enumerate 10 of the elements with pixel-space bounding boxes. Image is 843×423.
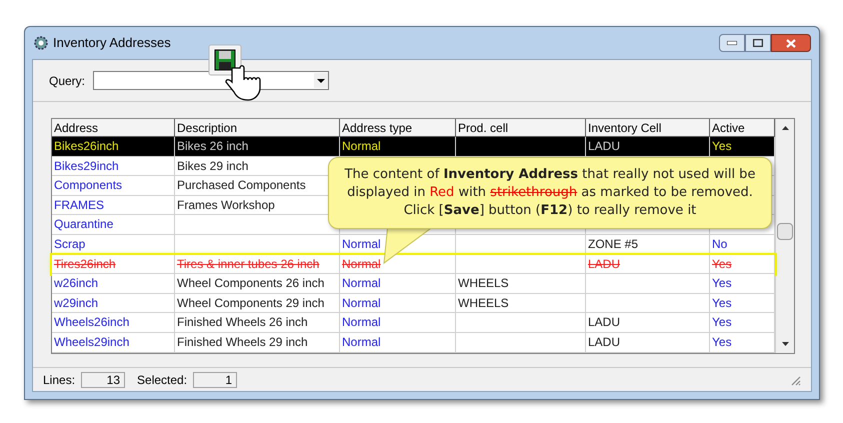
table-cell: Wheels29inch (52, 332, 175, 353)
selected-count: 1 (193, 372, 238, 388)
query-label: Query: (49, 72, 86, 90)
window-title: Inventory Addresses (53, 34, 171, 52)
selected-label: Selected: (137, 372, 188, 388)
lines-count: 13 (81, 372, 126, 388)
table-cell: Normal (340, 332, 456, 353)
lines-label: Lines: (43, 372, 76, 388)
table-cell: LADU (586, 332, 710, 353)
table-cell: Finished Wheels 29 inch (175, 332, 340, 353)
